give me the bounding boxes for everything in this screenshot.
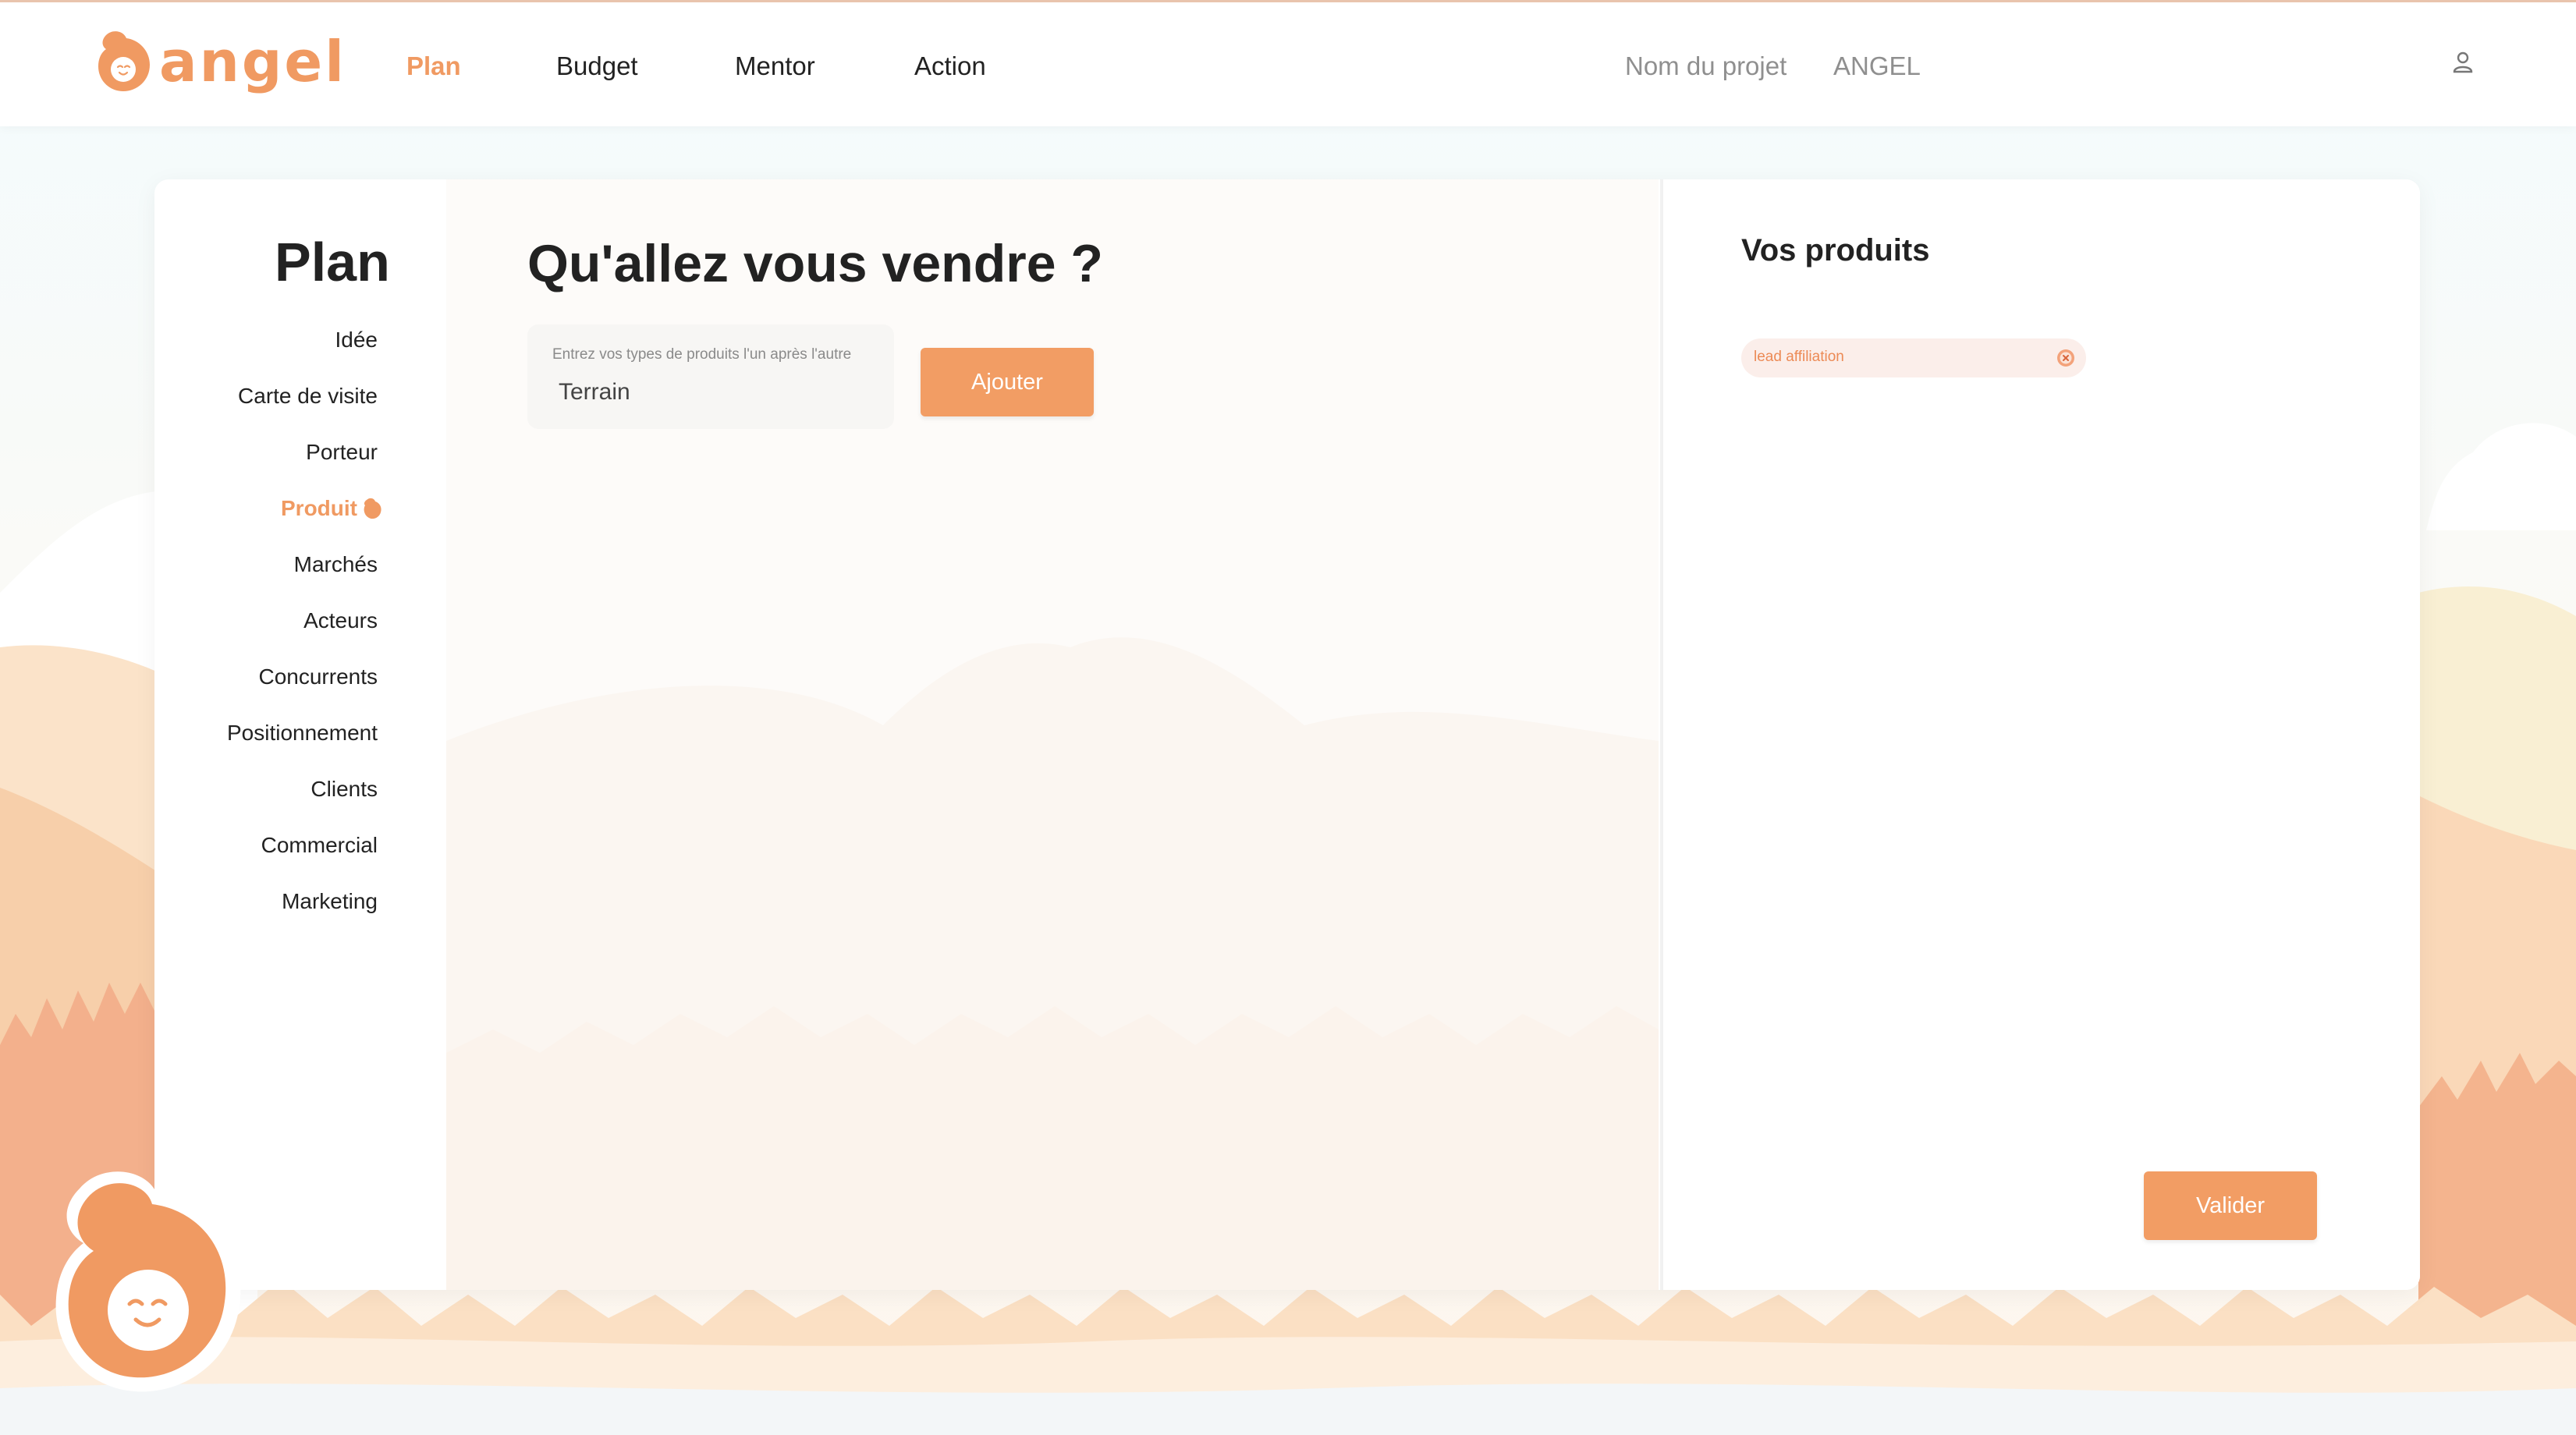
product-type-label: Entrez vos types de produits l'un après … [552, 346, 852, 363]
nav-budget[interactable]: Budget [556, 51, 638, 82]
angel-logo-icon [98, 31, 150, 91]
project-name[interactable]: ANGEL [1833, 51, 1921, 82]
top-header: angel Plan Budget Mentor Action Nom du p… [0, 0, 2576, 126]
page-question: Qu'allez vous vendre ? [527, 234, 1103, 293]
user-icon[interactable] [2452, 51, 2474, 74]
validate-button[interactable]: Valider [2144, 1171, 2317, 1240]
product-chip: lead affiliation [1741, 338, 2086, 377]
close-circle-icon[interactable] [2056, 349, 2075, 367]
nav-action[interactable]: Action [914, 51, 986, 82]
add-button[interactable]: Ajouter [921, 348, 1094, 416]
main-content: Qu'allez vous vendre ? Entrez vos types … [154, 179, 2420, 1290]
product-chip-label: lead affiliation [1754, 349, 1844, 365]
product-type-input[interactable] [559, 379, 871, 406]
angel-logo[interactable]: angel [95, 29, 344, 99]
nav-plan[interactable]: Plan [406, 51, 461, 82]
angel-mascot-icon[interactable] [48, 1165, 251, 1399]
nav-mentor[interactable]: Mentor [735, 51, 815, 82]
product-type-field[interactable]: Entrez vos types de produits l'un après … [527, 324, 894, 429]
project-label: Nom du projet [1625, 51, 1787, 80]
logo-text: angel [159, 29, 346, 94]
products-title: Vos produits [1741, 233, 1930, 268]
